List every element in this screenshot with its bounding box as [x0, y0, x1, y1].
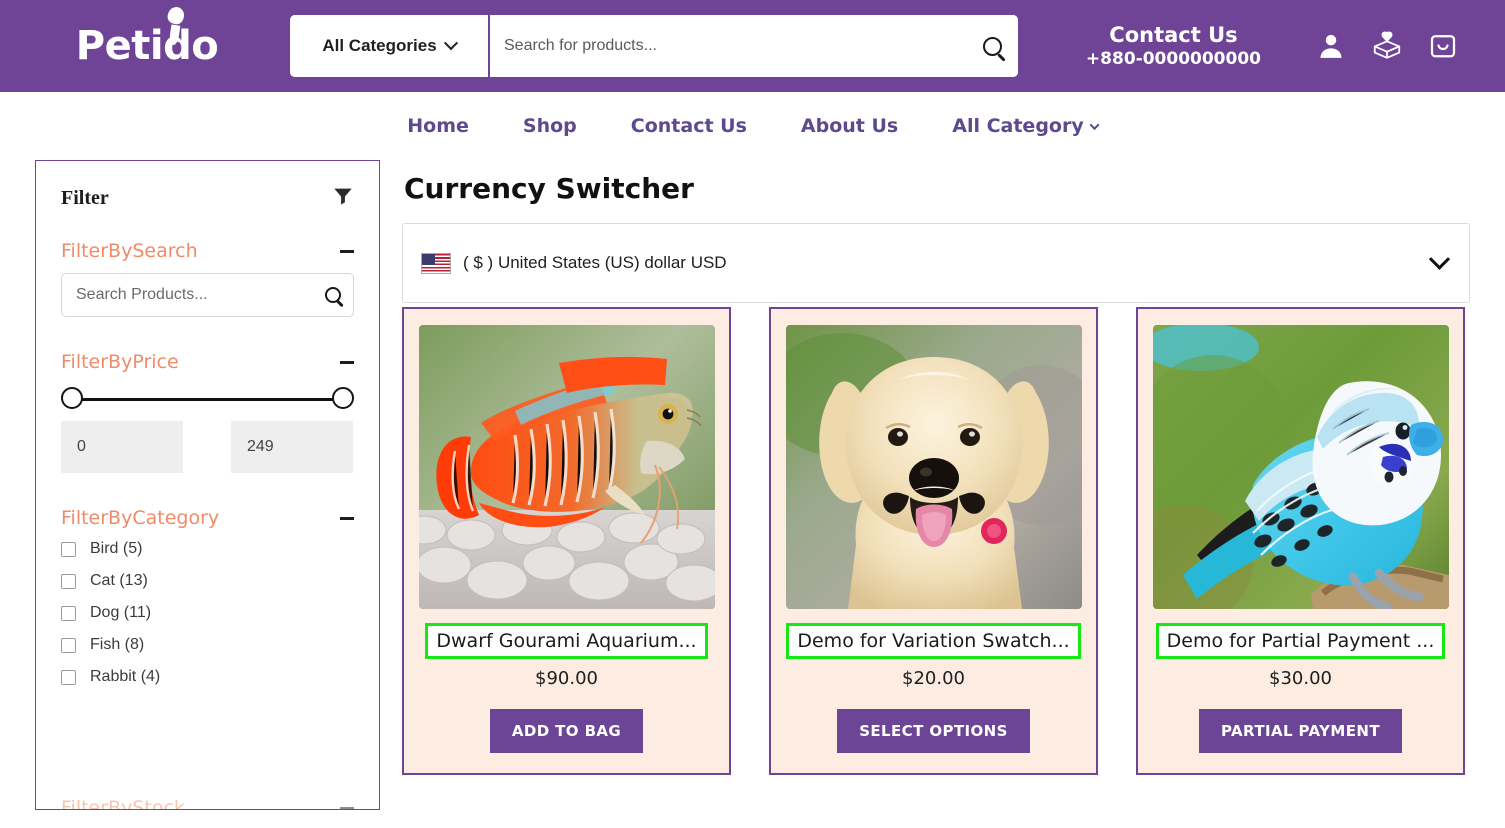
sidebar-search-box — [61, 273, 354, 317]
nav-item-all-category-label: All Category — [952, 115, 1084, 137]
collapse-minus-icon[interactable] — [340, 806, 354, 809]
nav-item-contact-us-label: Contact Us — [630, 115, 747, 137]
category-filter-cat[interactable]: Cat (13) — [61, 572, 354, 590]
category-filter-fish[interactable]: Fish (8) — [61, 636, 354, 654]
dwarf-gourami-fish-photo[interactable] — [418, 325, 715, 609]
contact-label: Contact Us — [1109, 22, 1238, 47]
price-input-row: 0 249 — [61, 421, 354, 473]
category-label: Dog (11) — [90, 604, 152, 621]
product-card[interactable]: Dwarf Gourami Aquarium... $90.00 ADD TO … — [402, 307, 731, 775]
user-icon[interactable] — [1303, 31, 1359, 61]
chevron-down-icon[interactable] — [1428, 248, 1451, 270]
product-price: $90.00 — [535, 668, 598, 689]
nav-item-about-us-label: About Us — [800, 115, 899, 137]
filter-price-header: FilterByPrice — [61, 351, 354, 373]
product-price: $30.00 — [1269, 668, 1332, 689]
blue-budgerigar-bird-photo[interactable] — [1152, 325, 1449, 609]
contact-phone: +880-0000000000 — [1085, 48, 1261, 69]
slider-handle-max[interactable] — [332, 387, 354, 409]
site-header: Petido All Categories Contact Us +880-00… — [0, 0, 1505, 92]
brand-name: Petido — [75, 23, 219, 69]
slider-track — [71, 398, 344, 401]
category-label: Rabbit (4) — [90, 668, 161, 685]
filter-stock-header[interactable]: FilterByStock — [61, 797, 354, 810]
nav-item-shop[interactable]: Shop — [496, 115, 604, 137]
page-content: Filter FilterBySearch FilterByPrice — [0, 160, 1505, 810]
filter-stock-title: FilterByStock — [61, 797, 185, 810]
filter-title: Filter — [61, 187, 109, 209]
filter-price-title: FilterByPrice — [61, 351, 179, 373]
filter-search-header: FilterBySearch — [61, 240, 354, 262]
chevron-down-icon — [1089, 119, 1100, 130]
product-price: $20.00 — [902, 668, 965, 689]
product-title-highlight: Demo for Partial Payment ... — [1155, 623, 1446, 659]
checkbox[interactable] — [61, 637, 76, 653]
checkbox[interactable] — [61, 605, 76, 621]
filter-category-title: FilterByCategory — [61, 507, 220, 529]
header-search-field — [490, 15, 1018, 77]
category-label: Bird (5) — [90, 540, 143, 557]
main-column: Currency Switcher ( $ ) United States (U… — [380, 160, 1505, 810]
nav-item-home[interactable]: Home — [380, 115, 496, 137]
product-card[interactable]: Demo for Variation Swatch... $20.00 SELE… — [769, 307, 1098, 775]
checkbox[interactable] — [61, 541, 76, 557]
price-min-input[interactable]: 0 — [61, 421, 183, 473]
search-icon[interactable] — [325, 287, 341, 303]
golden-retriever-dog-photo[interactable] — [785, 325, 1082, 609]
filter-sidebar: Filter FilterBySearch FilterByPrice — [35, 160, 380, 810]
filter-search-title: FilterBySearch — [61, 240, 198, 262]
product-grid: Dwarf Gourami Aquarium... $90.00 ADD TO … — [402, 307, 1470, 775]
product-title[interactable]: Demo for Variation Swatch... — [797, 630, 1069, 652]
chevron-down-icon — [443, 36, 458, 51]
checkbox[interactable] — [61, 573, 76, 589]
collapse-minus-icon[interactable] — [340, 360, 354, 364]
checkbox[interactable] — [61, 669, 76, 685]
filter-category-header: FilterByCategory — [61, 507, 354, 529]
partial-payment-button[interactable]: PARTIAL PAYMENT — [1199, 709, 1402, 753]
us-flag-icon — [421, 252, 451, 274]
category-filter-dog[interactable]: Dog (11) — [61, 604, 354, 622]
header-search-group: All Categories — [290, 15, 1018, 77]
brand-logo[interactable]: Petido — [75, 4, 219, 69]
logo-wrapper[interactable]: Petido — [0, 4, 290, 69]
product-title-highlight: Demo for Variation Swatch... — [786, 623, 1081, 659]
category-label: Fish (8) — [90, 636, 145, 653]
product-card[interactable]: Demo for Partial Payment ... $30.00 PART… — [1136, 307, 1465, 775]
nav-item-home-label: Home — [407, 115, 469, 137]
nav-item-shop-label: Shop — [522, 115, 577, 137]
collapse-minus-icon[interactable] — [340, 516, 354, 520]
slider-handle-min[interactable] — [61, 387, 83, 409]
filter-header: Filter — [61, 185, 354, 212]
nav-item-all-category[interactable]: All Category — [925, 115, 1125, 137]
category-select-label: All Categories — [322, 36, 437, 55]
price-max-input[interactable]: 249 — [231, 421, 353, 473]
product-title[interactable]: Demo for Partial Payment ... — [1167, 630, 1435, 652]
wishlist-box-icon[interactable] — [1359, 30, 1415, 62]
price-range-slider[interactable] — [61, 387, 354, 413]
category-select[interactable]: All Categories — [290, 15, 490, 77]
header-right: Contact Us +880-0000000000 — [1086, 22, 1505, 71]
main-navigation: Home Shop Contact Us About Us All Catego… — [0, 92, 1505, 160]
product-title-highlight: Dwarf Gourami Aquarium... — [425, 623, 708, 659]
search-icon[interactable] — [983, 36, 1002, 56]
shopping-bag-icon[interactable] — [1415, 31, 1471, 61]
nav-item-about-us[interactable]: About Us — [774, 115, 925, 137]
search-input[interactable] — [504, 37, 977, 55]
category-filter-rabbit[interactable]: Rabbit (4) — [61, 668, 354, 686]
nav-item-contact-us[interactable]: Contact Us — [604, 115, 774, 137]
product-title[interactable]: Dwarf Gourami Aquarium... — [436, 630, 696, 652]
page-title: Currency Switcher — [404, 172, 694, 205]
sidebar-search-input[interactable] — [76, 286, 325, 304]
funnel-filter-icon[interactable] — [332, 185, 354, 212]
contact-block: Contact Us +880-0000000000 — [1086, 22, 1261, 71]
collapse-minus-icon[interactable] — [340, 249, 354, 253]
select-options-button[interactable]: SELECT OPTIONS — [837, 709, 1030, 753]
currency-label: ( $ ) United States (US) dollar USD — [463, 253, 727, 272]
currency-switcher[interactable]: ( $ ) United States (US) dollar USD — [402, 223, 1470, 303]
category-label: Cat (13) — [90, 572, 148, 589]
category-filter-bird[interactable]: Bird (5) — [61, 540, 354, 558]
add-to-bag-button[interactable]: ADD TO BAG — [489, 709, 644, 753]
